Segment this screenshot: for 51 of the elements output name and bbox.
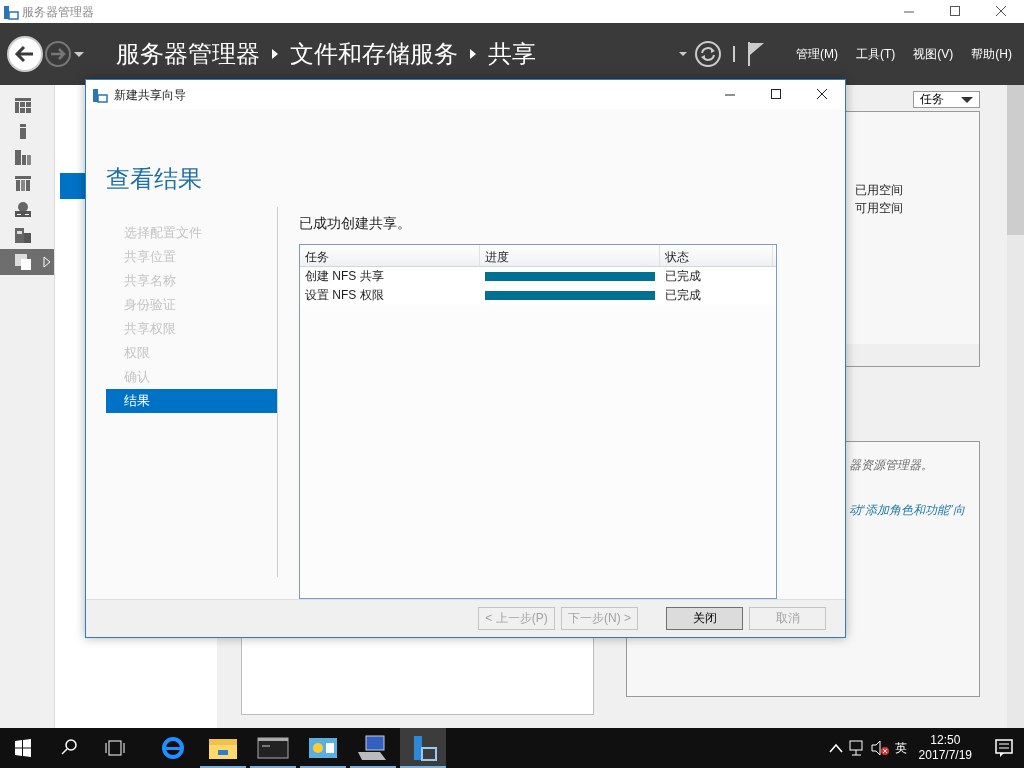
building-icon — [15, 228, 31, 244]
refresh-icon[interactable] — [694, 40, 722, 68]
volume-muted-icon[interactable] — [870, 740, 889, 756]
chevron-up-icon[interactable] — [828, 743, 843, 753]
file-storage-icon — [15, 254, 31, 270]
page-heading: 查看结果 — [106, 164, 202, 194]
table-cell-text: 已完成 — [664, 287, 702, 305]
window-title: 服务器管理器 — [22, 3, 94, 21]
info-text: 器资源管理器。 — [848, 457, 934, 474]
sidebar-item[interactable] — [0, 249, 54, 275]
server-manager-icon — [3, 4, 19, 20]
wizard-step[interactable]: 结果 — [106, 388, 277, 413]
wizard-link[interactable]: 动“添加角色和功能”向 — [848, 501, 979, 519]
scrollbar[interactable] — [1007, 85, 1024, 728]
server-group-icon — [15, 176, 31, 192]
column-header[interactable]: 进度 — [480, 244, 660, 266]
table-cell-text: 设置 NFS 权限 — [304, 287, 385, 305]
storage-label: 可用空间 — [854, 200, 904, 217]
table-cell-text: 创建 NFS 共享 — [304, 268, 385, 286]
dialog-title: 新建共享向导 — [114, 86, 186, 104]
dialog-button[interactable]: 关闭 — [666, 606, 743, 630]
server-manager-icon — [92, 87, 108, 103]
column-header[interactable]: 状态 — [660, 244, 773, 266]
breadcrumb-separator-icon — [470, 49, 476, 59]
expand-arrow-icon — [43, 256, 51, 268]
clock-date[interactable]: 2017/7/19 — [918, 748, 972, 763]
table-cell-text: 已完成 — [664, 268, 702, 286]
breadcrumb-separator-icon — [272, 49, 278, 59]
menu-item[interactable]: 帮助(H) — [965, 45, 1018, 63]
dashboard-icon — [15, 98, 31, 114]
language-indicator[interactable]: 英 — [894, 740, 907, 756]
dropdown-caret-icon — [961, 95, 974, 104]
network-server-icon — [15, 202, 31, 218]
back-icon[interactable] — [6, 35, 44, 73]
clock-time[interactable]: 12:50 — [930, 733, 961, 748]
tasks-dropdown[interactable]: 任务 — [913, 91, 981, 108]
flag-icon[interactable] — [746, 41, 766, 67]
network-icon[interactable] — [848, 740, 865, 756]
servers-icon — [15, 150, 31, 166]
breadcrumb-item[interactable]: 文件和存储服务 — [290, 36, 458, 72]
result-message: 已成功创建共享。 — [299, 213, 412, 233]
menu-item[interactable]: 工具(T) — [850, 45, 902, 63]
breadcrumb-item[interactable]: 服务器管理器 — [116, 36, 260, 72]
storage-label: 已用空间 — [854, 182, 904, 199]
dropdown-caret-icon[interactable] — [678, 50, 688, 58]
dropdown-caret-icon[interactable] — [72, 49, 86, 59]
nav-highlight[interactable] — [59, 173, 85, 199]
column-header[interactable]: 任务 — [300, 244, 480, 266]
menu-item[interactable]: 视图(V) — [907, 45, 960, 63]
menu-item[interactable]: 管理(M) — [790, 45, 844, 63]
breadcrumb-item[interactable]: 共享 — [488, 36, 536, 72]
